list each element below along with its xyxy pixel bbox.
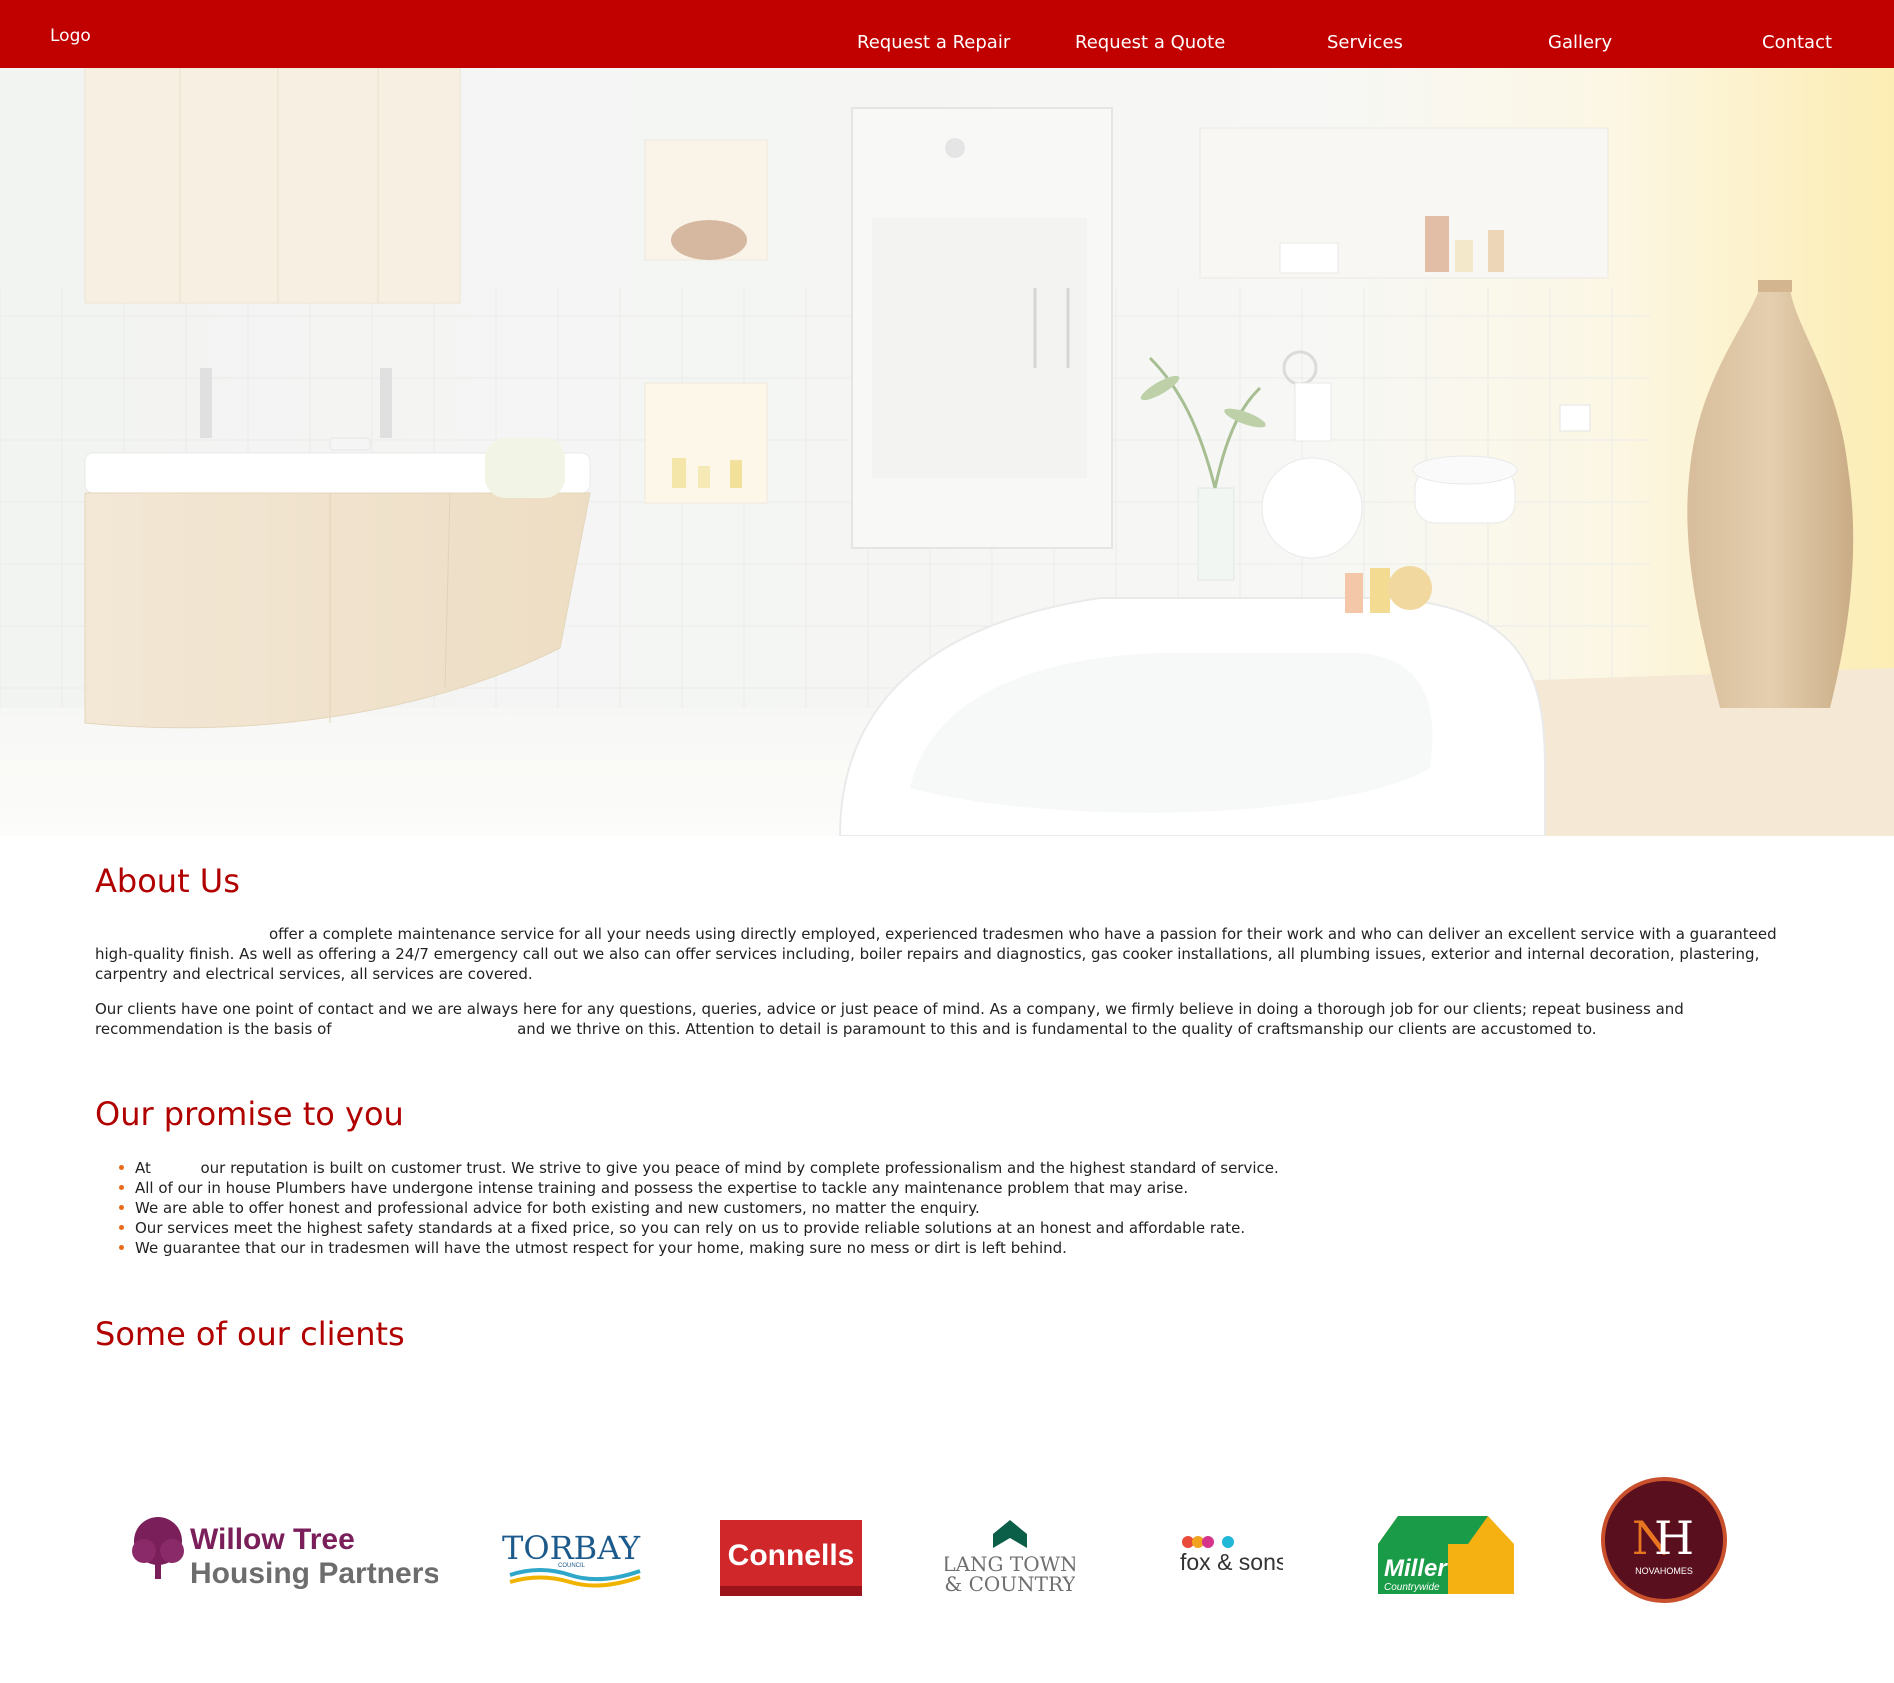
client-logo-connells: Connells [720, 1520, 862, 1596]
clients-heading: Some of our clients [95, 1315, 405, 1353]
lang-town-country-icon: LANG TOWN & COUNTRY [942, 1520, 1078, 1596]
fox-text: fox & sons [1180, 1549, 1283, 1575]
fox-sons-icon: fox & sons [1180, 1536, 1287, 1575]
about-heading: About Us [95, 862, 240, 900]
connells-text: Connells [728, 1539, 855, 1572]
promise-list: At our reputation is built on customer t… [117, 1158, 1617, 1258]
client-logo-nova-homes: N H NOVAHOMES [1600, 1476, 1728, 1604]
nova-text: NOVAHOMES [1635, 1566, 1693, 1576]
top-nav-bar: Logo Request a Repair Request a Quote Se… [0, 0, 1894, 68]
about-paragraph-1-text: offer a complete maintenance service for… [95, 925, 1777, 983]
promise-item: We are able to offer honest and professi… [117, 1198, 1617, 1218]
promise-item: Our services meet the highest safety sta… [117, 1218, 1617, 1238]
nav-contact[interactable]: Contact [1762, 32, 1832, 53]
nav-request-repair[interactable]: Request a Repair [857, 32, 1010, 53]
client-logo-willow-tree: Willow Tree Housing Partnership [128, 1515, 485, 1595]
client-logo-torbay: TORBAY COUNCIL [500, 1525, 645, 1590]
site-logo[interactable]: Logo [50, 26, 91, 46]
willow-line-2: Housing Partnership [190, 1557, 438, 1590]
hero-bathroom-image [0, 68, 1894, 836]
promise-item: At our reputation is built on customer t… [117, 1158, 1617, 1178]
promise-heading: Our promise to you [95, 1095, 404, 1133]
nav-services[interactable]: Services [1327, 32, 1403, 53]
willow-line-1: Willow Tree [190, 1523, 355, 1556]
nova-homes-icon: N H NOVAHOMES [1601, 1477, 1727, 1603]
miller-sub-text: Countrywide [1384, 1582, 1440, 1593]
promise-item: We guarantee that our in tradesmen will … [117, 1238, 1617, 1258]
willow-tree-icon: Willow Tree Housing Partnership [132, 1517, 485, 1590]
client-logo-fox-sons: fox & sons [1178, 1532, 1287, 1577]
nav-request-quote[interactable]: Request a Quote [1075, 32, 1225, 53]
about-paragraph-1: offer a complete maintenance service for… [95, 924, 1805, 984]
svg-text:H: H [1654, 1511, 1694, 1565]
torbay-text: TORBAY [502, 1529, 641, 1567]
lang-line-2: & COUNTRY [945, 1572, 1075, 1593]
miller-text: Miller [1384, 1555, 1448, 1582]
torbay-sub-text: COUNCIL [558, 1563, 586, 1569]
client-logo-lang-town: LANG TOWN & COUNTRY [942, 1518, 1078, 1596]
about-paragraph-2: Our clients have one point of contact an… [95, 999, 1805, 1039]
promise-item-1-end: our reputation is built on customer trus… [200, 1159, 1279, 1177]
about-paragraph-2-end: and we thrive on this. Attention to deta… [517, 1020, 1597, 1038]
promise-item: All of our in house Plumbers have underg… [117, 1178, 1617, 1198]
client-logo-miller: Miller Countrywide [1378, 1514, 1514, 1594]
nav-gallery[interactable]: Gallery [1548, 32, 1612, 53]
miller-countrywide-icon: Miller Countrywide [1378, 1516, 1514, 1594]
connells-icon: Connells [720, 1520, 862, 1596]
promise-item-1-start: At [135, 1159, 151, 1177]
torbay-council-icon: TORBAY COUNCIL [502, 1529, 641, 1588]
